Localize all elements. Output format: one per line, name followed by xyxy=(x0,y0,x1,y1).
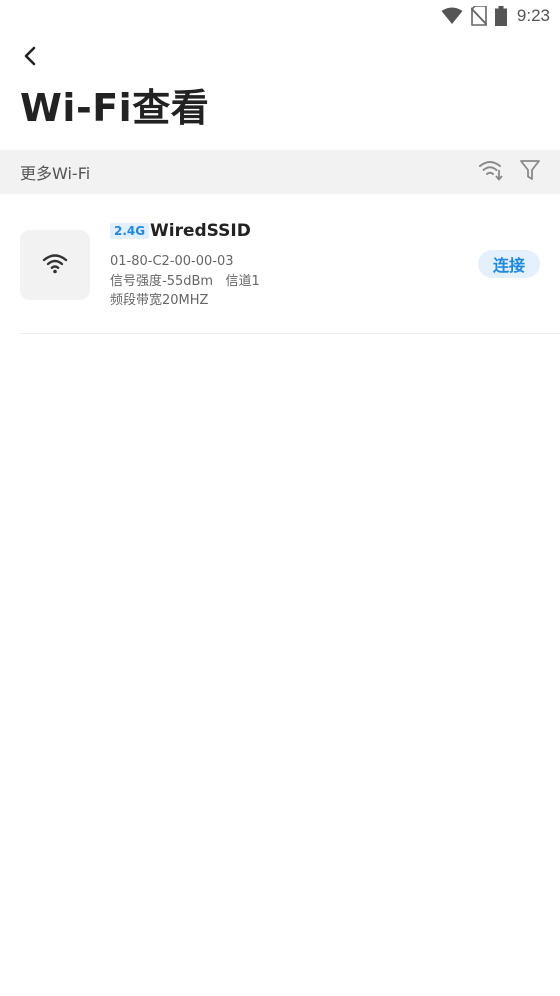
filter-icon xyxy=(519,159,541,185)
section-header: 更多Wi-Fi xyxy=(0,150,560,194)
connect-button[interactable]: 连接 xyxy=(478,250,540,278)
wifi-list-item[interactable]: 2.4G WiredSSID 01-80-C2-00-00-03 信号强度-55… xyxy=(0,194,560,334)
status-bar: 9:23 xyxy=(0,0,560,32)
wifi-sort-icon xyxy=(478,159,504,185)
section-label: 更多Wi-Fi xyxy=(20,164,91,183)
back-button[interactable] xyxy=(12,40,48,76)
battery-icon xyxy=(494,6,507,26)
mac-address: 01-80-C2-00-00-03 xyxy=(110,254,234,269)
wifi-icon xyxy=(42,252,68,278)
page-title: Wi-Fi查看 xyxy=(20,86,210,130)
bandwidth-info: 频段带宽20MHZ xyxy=(110,293,209,308)
band-badge: 2.4G xyxy=(110,223,150,239)
ssid-label: WiredSSID xyxy=(150,221,251,241)
wifi-sort-button[interactable] xyxy=(477,158,505,186)
filter-button[interactable] xyxy=(516,158,544,186)
list-divider xyxy=(20,333,560,334)
no-sim-icon xyxy=(470,6,487,26)
chevron-left-icon xyxy=(23,45,37,71)
wifi-view-screen: 9:23 Wi-Fi查看 更多Wi-Fi 2.4G WiredSSID 01-8… xyxy=(0,0,560,996)
signal-channel-info: 信号强度-55dBm 信道1 xyxy=(110,274,260,289)
wifi-thumbnail xyxy=(20,230,90,300)
status-time: 9:23 xyxy=(516,6,550,25)
wifi-signal-icon xyxy=(441,7,463,25)
